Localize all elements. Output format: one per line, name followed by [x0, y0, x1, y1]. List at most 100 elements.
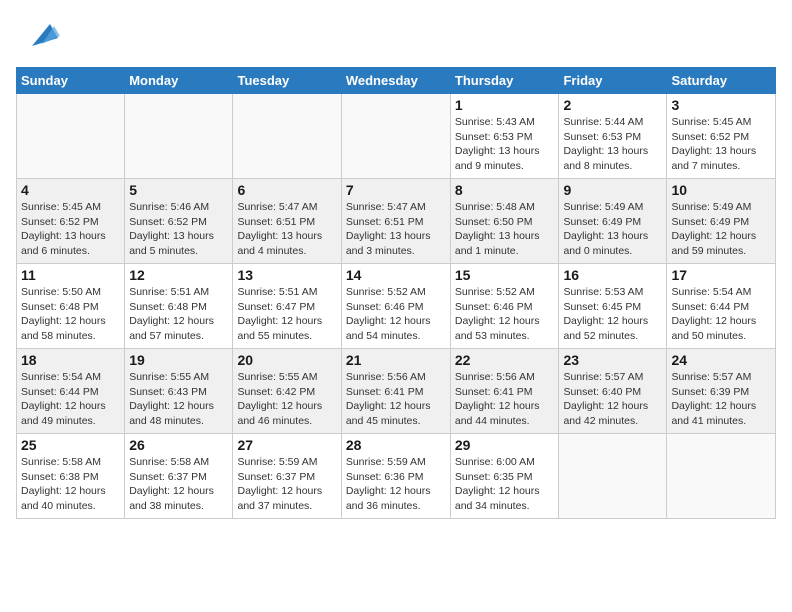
day-number: 3	[671, 97, 771, 113]
day-number: 6	[237, 182, 336, 198]
calendar-cell: 6 Sunrise: 5:47 AM Sunset: 6:51 PM Daylig…	[233, 179, 341, 264]
day-number: 1	[455, 97, 555, 113]
day-info: Sunrise: 5:49 AM Sunset: 6:49 PM Dayligh…	[563, 200, 662, 259]
day-number: 25	[21, 437, 120, 453]
day-header-saturday: Saturday	[667, 68, 776, 94]
calendar-cell: 29 Sunrise: 6:00 AM Sunset: 6:35 PM Dayli…	[450, 434, 559, 519]
calendar-cell	[17, 94, 125, 179]
day-number: 7	[346, 182, 446, 198]
calendar-cell: 17Sunrise: 5:54 AM Sunset: 6:44 PM Dayli…	[667, 264, 776, 349]
calendar-cell: 18 Sunrise: 5:54 AM Sunset: 6:44 PM Dayli…	[17, 349, 125, 434]
day-info: Sunrise: 5:51 AM Sunset: 6:48 PM Dayligh…	[129, 285, 228, 344]
day-number: 29	[455, 437, 555, 453]
calendar-cell: 1 Sunrise: 5:43 AM Sunset: 6:53 PM Daylig…	[450, 94, 559, 179]
calendar-week-row: 18 Sunrise: 5:54 AM Sunset: 6:44 PM Dayli…	[17, 349, 776, 434]
calendar-cell: 9 Sunrise: 5:49 AM Sunset: 6:49 PM Daylig…	[559, 179, 667, 264]
day-number: 2	[563, 97, 662, 113]
day-header-friday: Friday	[559, 68, 667, 94]
calendar-body: 1 Sunrise: 5:43 AM Sunset: 6:53 PM Daylig…	[17, 94, 776, 519]
day-number: 10	[671, 182, 771, 198]
day-number: 21	[346, 352, 446, 368]
logo-icon	[22, 16, 60, 59]
day-info: Sunrise: 5:55 AM Sunset: 6:42 PM Dayligh…	[237, 370, 336, 429]
day-number: 27	[237, 437, 336, 453]
day-number: 19	[129, 352, 228, 368]
day-info: Sunrise: 5:58 AM Sunset: 6:37 PM Dayligh…	[129, 455, 228, 514]
day-number: 9	[563, 182, 662, 198]
day-number: 20	[237, 352, 336, 368]
calendar-week-row: 1 Sunrise: 5:43 AM Sunset: 6:53 PM Daylig…	[17, 94, 776, 179]
day-header-monday: Monday	[125, 68, 233, 94]
calendar-cell: 21 Sunrise: 5:56 AM Sunset: 6:41 PM Dayli…	[341, 349, 450, 434]
calendar-header-row: SundayMondayTuesdayWednesdayThursdayFrid…	[17, 68, 776, 94]
calendar-cell: 20 Sunrise: 5:55 AM Sunset: 6:42 PM Dayli…	[233, 349, 341, 434]
day-number: 16	[563, 267, 662, 283]
day-number: 11	[21, 267, 120, 283]
day-info: Sunrise: 5:58 AM Sunset: 6:38 PM Dayligh…	[21, 455, 120, 514]
day-info: Sunrise: 5:43 AM Sunset: 6:53 PM Dayligh…	[455, 115, 555, 174]
calendar-cell: 8Sunrise: 5:48 AM Sunset: 6:50 PM Daylig…	[450, 179, 559, 264]
day-number: 18	[21, 352, 120, 368]
day-info: Sunrise: 5:54 AM Sunset: 6:44 PM Dayligh…	[21, 370, 120, 429]
day-header-tuesday: Tuesday	[233, 68, 341, 94]
day-info: Sunrise: 5:56 AM Sunset: 6:41 PM Dayligh…	[455, 370, 555, 429]
day-info: Sunrise: 5:49 AM Sunset: 6:49 PM Dayligh…	[671, 200, 771, 259]
calendar-cell: 3 Sunrise: 5:45 AM Sunset: 6:52 PM Daylig…	[667, 94, 776, 179]
calendar-cell: 16 Sunrise: 5:53 AM Sunset: 6:45 PM Dayli…	[559, 264, 667, 349]
calendar-cell: 13 Sunrise: 5:51 AM Sunset: 6:47 PM Dayli…	[233, 264, 341, 349]
calendar-cell: 2 Sunrise: 5:44 AM Sunset: 6:53 PM Daylig…	[559, 94, 667, 179]
day-header-sunday: Sunday	[17, 68, 125, 94]
day-number: 23	[563, 352, 662, 368]
day-info: Sunrise: 5:56 AM Sunset: 6:41 PM Dayligh…	[346, 370, 446, 429]
calendar-cell: 27 Sunrise: 5:59 AM Sunset: 6:37 PM Dayli…	[233, 434, 341, 519]
calendar-cell: 19 Sunrise: 5:55 AM Sunset: 6:43 PM Dayli…	[125, 349, 233, 434]
day-info: Sunrise: 5:53 AM Sunset: 6:45 PM Dayligh…	[563, 285, 662, 344]
calendar-cell	[341, 94, 450, 179]
day-number: 24	[671, 352, 771, 368]
day-number: 8	[455, 182, 555, 198]
calendar-cell: 12 Sunrise: 5:51 AM Sunset: 6:48 PM Dayli…	[125, 264, 233, 349]
calendar-cell: 22 Sunrise: 5:56 AM Sunset: 6:41 PM Dayli…	[450, 349, 559, 434]
calendar-week-row: 4 Sunrise: 5:45 AM Sunset: 6:52 PM Daylig…	[17, 179, 776, 264]
calendar-cell: 10 Sunrise: 5:49 AM Sunset: 6:49 PM Dayli…	[667, 179, 776, 264]
day-info: Sunrise: 5:45 AM Sunset: 6:52 PM Dayligh…	[671, 115, 771, 174]
day-number: 22	[455, 352, 555, 368]
calendar-cell: 25 Sunrise: 5:58 AM Sunset: 6:38 PM Dayli…	[17, 434, 125, 519]
day-number: 12	[129, 267, 228, 283]
calendar-cell	[559, 434, 667, 519]
day-info: Sunrise: 5:52 AM Sunset: 6:46 PM Dayligh…	[455, 285, 555, 344]
day-info: Sunrise: 5:51 AM Sunset: 6:47 PM Dayligh…	[237, 285, 336, 344]
day-info: Sunrise: 5:45 AM Sunset: 6:52 PM Dayligh…	[21, 200, 120, 259]
day-number: 5	[129, 182, 228, 198]
day-info: Sunrise: 6:00 AM Sunset: 6:35 PM Dayligh…	[455, 455, 555, 514]
calendar-cell	[233, 94, 341, 179]
day-info: Sunrise: 5:46 AM Sunset: 6:52 PM Dayligh…	[129, 200, 228, 259]
day-number: 4	[21, 182, 120, 198]
calendar-week-row: 11 Sunrise: 5:50 AM Sunset: 6:48 PM Dayli…	[17, 264, 776, 349]
day-info: Sunrise: 5:55 AM Sunset: 6:43 PM Dayligh…	[129, 370, 228, 429]
calendar-cell: 11 Sunrise: 5:50 AM Sunset: 6:48 PM Dayli…	[17, 264, 125, 349]
day-number: 13	[237, 267, 336, 283]
day-info: Sunrise: 5:57 AM Sunset: 6:39 PM Dayligh…	[671, 370, 771, 429]
calendar-cell: 14Sunrise: 5:52 AM Sunset: 6:46 PM Dayli…	[341, 264, 450, 349]
day-info: Sunrise: 5:59 AM Sunset: 6:36 PM Dayligh…	[346, 455, 446, 514]
day-info: Sunrise: 5:50 AM Sunset: 6:48 PM Dayligh…	[21, 285, 120, 344]
calendar-cell: 7Sunrise: 5:47 AM Sunset: 6:51 PM Daylig…	[341, 179, 450, 264]
day-info: Sunrise: 5:44 AM Sunset: 6:53 PM Dayligh…	[563, 115, 662, 174]
day-number: 26	[129, 437, 228, 453]
calendar-cell: 28 Sunrise: 5:59 AM Sunset: 6:36 PM Dayli…	[341, 434, 450, 519]
day-info: Sunrise: 5:59 AM Sunset: 6:37 PM Dayligh…	[237, 455, 336, 514]
calendar-cell	[125, 94, 233, 179]
calendar-cell: 24 Sunrise: 5:57 AM Sunset: 6:39 PM Dayli…	[667, 349, 776, 434]
calendar-cell: 15 Sunrise: 5:52 AM Sunset: 6:46 PM Dayli…	[450, 264, 559, 349]
logo	[16, 16, 60, 59]
calendar-cell: 4 Sunrise: 5:45 AM Sunset: 6:52 PM Daylig…	[17, 179, 125, 264]
calendar-cell: 23 Sunrise: 5:57 AM Sunset: 6:40 PM Dayli…	[559, 349, 667, 434]
day-info: Sunrise: 5:47 AM Sunset: 6:51 PM Dayligh…	[237, 200, 336, 259]
day-number: 15	[455, 267, 555, 283]
day-header-thursday: Thursday	[450, 68, 559, 94]
day-number: 28	[346, 437, 446, 453]
day-header-wednesday: Wednesday	[341, 68, 450, 94]
day-info: Sunrise: 5:54 AM Sunset: 6:44 PM Dayligh…	[671, 285, 771, 344]
day-info: Sunrise: 5:57 AM Sunset: 6:40 PM Dayligh…	[563, 370, 662, 429]
